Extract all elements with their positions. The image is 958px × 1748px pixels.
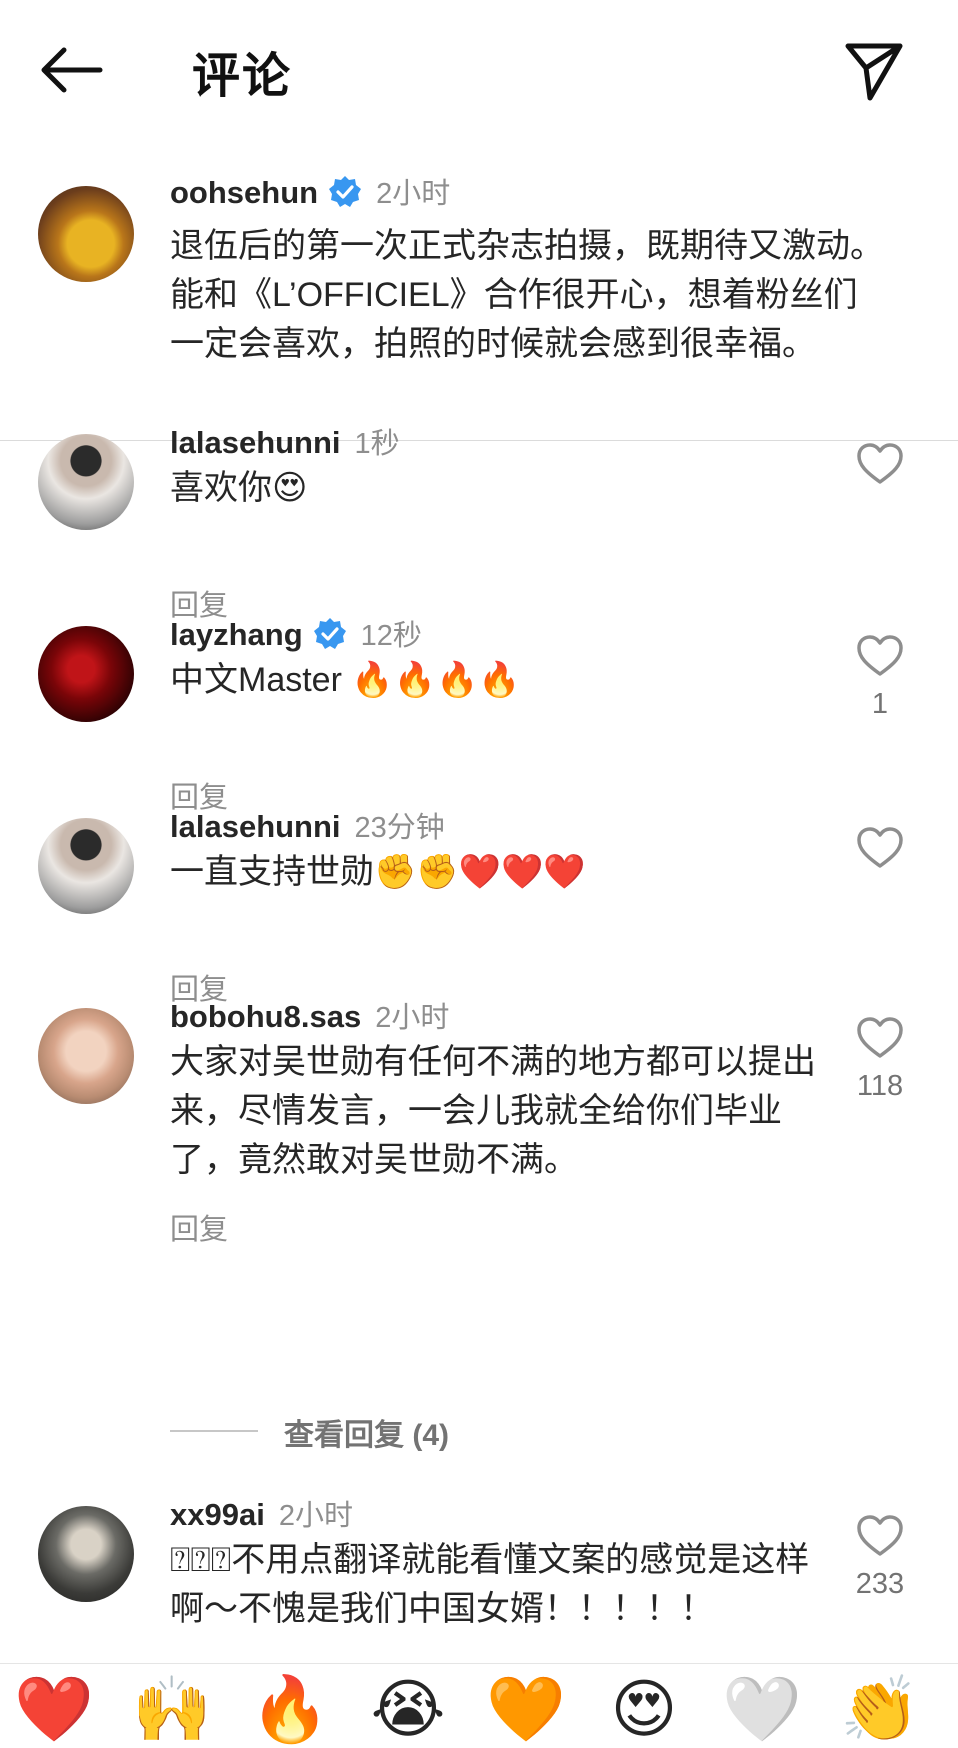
comment-time: 2小时 (278, 1500, 353, 1532)
top-bar: 评论 (0, 0, 958, 140)
send-icon[interactable] (842, 38, 906, 102)
avatar[interactable] (38, 626, 134, 722)
comment-username[interactable]: lalasehunni (170, 809, 341, 844)
fire-emoji-icon[interactable]: 🔥 (250, 1670, 330, 1748)
heart-icon[interactable] (856, 442, 904, 486)
comment-header: xx99ai 2小时 (170, 1492, 353, 1534)
scroll-fade (0, 1642, 958, 1664)
caption-time: 2小时 (376, 178, 451, 210)
comment-username[interactable]: lalasehunni (170, 425, 341, 460)
avatar[interactable] (38, 434, 134, 530)
heart-eyes-emoji-icon[interactable]: 😍 (604, 1670, 684, 1748)
caption-text: 退伍后的第一次正式杂志拍摄，既期待又激动。能和《L’OFFICIEL》合作很开心… (170, 227, 884, 363)
comment-header: lalasehunni 23分钟 (170, 804, 445, 846)
like-count: 118 (856, 1070, 904, 1102)
avatar[interactable] (38, 1506, 134, 1602)
post-caption: oohsehun 2小时 退伍后的第一次正式杂志拍摄，既期待又激动。能和《L’OF… (0, 160, 958, 441)
comment-time: 1秒 (354, 428, 400, 460)
comment-time: 12秒 (360, 620, 422, 652)
view-replies-label: 查看回复 (4) (284, 1419, 449, 1452)
comment-username[interactable]: xx99ai (170, 1497, 265, 1532)
page-title: 评论 (192, 50, 293, 103)
orange-heart-emoji-icon[interactable]: 🧡 (486, 1670, 566, 1748)
caption-username[interactable]: oohsehun (170, 175, 318, 210)
clapping-hands-emoji-icon[interactable]: 👏 (840, 1670, 920, 1748)
comment-username[interactable]: layzhang (170, 617, 303, 652)
verified-badge-icon (313, 617, 347, 651)
emoji-quick-bar: ❤️ 🙌 🔥 😭 🧡 😍 🤍 👏 (0, 1663, 958, 1748)
avatar[interactable] (38, 1008, 134, 1104)
avatar[interactable] (38, 818, 134, 914)
avatar[interactable] (38, 186, 134, 282)
caption-header: oohsehun 2小时 (170, 170, 450, 212)
comment-header: bobohu8.sas 2小时 (170, 994, 449, 1036)
back-arrow-icon[interactable] (38, 46, 104, 94)
comment-header: lalasehunni 1秒 (170, 420, 400, 462)
like-count: 1 (871, 688, 889, 720)
crying-face-emoji-icon[interactable]: 😭 (368, 1670, 448, 1748)
comment-text: 一直支持世勋✊✊❤️❤️❤️ (170, 853, 586, 891)
divider (170, 1430, 258, 1432)
raising-hands-emoji-icon[interactable]: 🙌 (132, 1670, 212, 1748)
verified-badge-icon (328, 175, 362, 209)
comment-time: 2小时 (375, 1002, 450, 1034)
comment-header: layzhang 12秒 (170, 612, 422, 654)
comment-text: 中文Master 🔥🔥🔥🔥 (170, 661, 521, 699)
comment-text: ⍰⍰⍰不用点翻译就能看懂文案的感觉是这样啊～不愧是我们中国女婿！！！！！ (170, 1541, 810, 1628)
heart-icon[interactable] (856, 634, 904, 678)
white-heart-emoji-icon[interactable]: 🤍 (722, 1670, 802, 1748)
comment-time: 23分钟 (354, 812, 445, 844)
heart-icon[interactable] (856, 826, 904, 870)
comment-text: 喜欢你😍 (170, 469, 308, 507)
comment-username[interactable]: bobohu8.sas (170, 999, 361, 1034)
reply-button[interactable]: 回复 (170, 1214, 228, 1246)
red-heart-emoji-icon[interactable]: ❤️ (14, 1670, 94, 1748)
comment-text: 大家对吴世勋有任何不满的地方都可以提出来，尽情发言，一会儿我就全给你们毕业了，竟… (170, 1043, 816, 1179)
heart-icon[interactable] (856, 1016, 904, 1060)
like-count: 233 (855, 1568, 905, 1600)
heart-icon[interactable] (856, 1514, 904, 1558)
